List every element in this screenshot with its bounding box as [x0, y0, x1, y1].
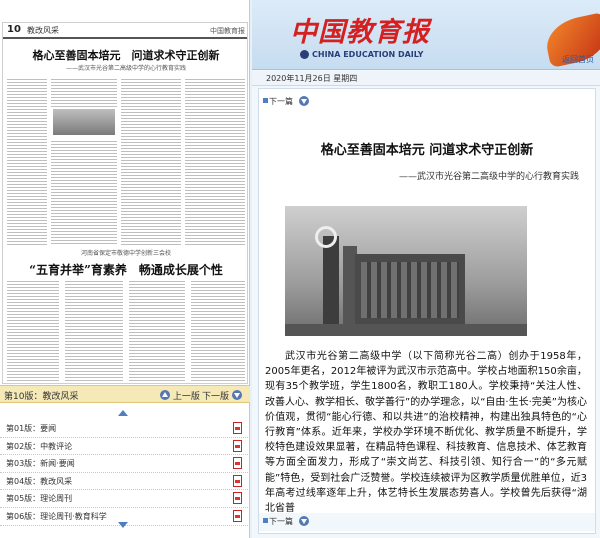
thumbnail-text-column	[51, 77, 117, 107]
thumbnail-text-column	[65, 279, 123, 383]
thumbnail-photo	[53, 109, 115, 135]
arrow-down-icon	[299, 516, 309, 526]
arrow-down-icon	[231, 390, 242, 400]
photo-sculpture	[323, 236, 339, 326]
article-body: 武汉市光谷第二高级中学（以下简称光谷二高）创办于1958年，2005年更名，20…	[265, 351, 587, 515]
article-container: 下一篇 格心至善固本培元 问道求术守正创新 ——武汉市光谷第二高级中学的心行教育…	[258, 88, 596, 534]
list-scroll-down-icon[interactable]	[118, 522, 128, 528]
article-subtitle: ——武汉市光谷第二高级中学的心行教育实践	[398, 172, 579, 182]
next-article-button-top[interactable]: 下一篇	[259, 93, 595, 111]
list-scroll-up-icon[interactable]	[118, 410, 128, 416]
article-photo	[285, 206, 527, 336]
pdf-icon[interactable]	[233, 422, 242, 434]
page-list-item-label[interactable]: 第05版：理论周刊	[6, 493, 72, 504]
page-list-item-label[interactable]: 第06版：理论周刊·教育科学	[6, 511, 107, 522]
epaper-viewer: 10 教改风采 中国教育报 格心至善固本培元 问道求术守正创新 ——武汉市光谷第…	[0, 0, 600, 538]
thumbnail-text-column	[121, 77, 181, 245]
site-banner: 中国教育报 CHINA EDUCATION DAILY 返回首页	[252, 0, 600, 70]
pdf-icon[interactable]	[233, 439, 242, 452]
arrow-up-icon	[160, 390, 170, 400]
page-list-item-label[interactable]: 第03版：新闻·要闻	[6, 458, 75, 469]
site-logo-english: CHINA EDUCATION DAILY	[312, 50, 424, 59]
next-article-button-bottom[interactable]: 下一篇	[259, 513, 595, 531]
thumbnail-page-number: 10	[7, 24, 21, 35]
page-list: 第01版：要闻 第02版：中教评论 第03版：新闻·要闻 第04版：教改风采 第…	[0, 420, 250, 526]
thumbnail-text-column	[7, 77, 47, 245]
page-list-item[interactable]: 第05版：理论周刊	[0, 490, 250, 508]
logo-mark-icon	[300, 50, 309, 59]
thumbnail-section: 教改风采	[27, 26, 59, 35]
thumbnail-headline-1[interactable]: 格心至善固本培元 问道求术守正创新	[3, 47, 247, 63]
article-pane: 中国教育报 CHINA EDUCATION DAILY 返回首页 2020年11…	[252, 0, 600, 538]
thumbnail-subhead-1: ——武汉市光谷第二高级中学的心行教育实践	[65, 65, 186, 72]
photo-heart-ornament	[315, 226, 337, 248]
page-list-item-label[interactable]: 第01版：要闻	[6, 423, 56, 434]
page-list-item-label[interactable]: 第04版：教改风采	[6, 476, 72, 487]
pdf-icon[interactable]	[233, 457, 242, 470]
pdf-icon[interactable]	[233, 474, 242, 487]
thumbnail-kicker-2: 河南省保定市敬德中学创新三会校	[80, 250, 171, 257]
thumbnail-text-column	[129, 279, 185, 383]
arrow-down-icon	[299, 96, 309, 106]
thumbnail-headline-2[interactable]: “五育并举”育素养 畅通成长展个性	[3, 261, 247, 278]
page-list-item[interactable]: 第04版：教改风采	[0, 473, 250, 491]
next-page-button[interactable]: 下一版	[202, 389, 242, 402]
photo-building	[355, 254, 465, 326]
thumbnail-text-column	[185, 77, 245, 245]
page-list-item[interactable]: 第01版：要闻	[0, 420, 250, 438]
current-page-label: 第10版：教改风采	[4, 392, 79, 402]
date-bar: 2020年11月26日 星期四	[252, 71, 600, 86]
page-selector-bar: 第10版：教改风采 上一版 下一版	[0, 385, 250, 403]
next-article-label[interactable]: 下一篇	[269, 96, 293, 107]
thumbnail-text-column	[191, 279, 245, 383]
issue-date: 2020年11月26日 星期四	[266, 74, 358, 83]
next-article-label[interactable]: 下一篇	[269, 516, 293, 527]
prev-page-label: 上一版	[172, 392, 200, 402]
prev-page-button[interactable]: 上一版	[160, 389, 200, 402]
page-list-item[interactable]: 第03版：新闻·要闻	[0, 455, 250, 473]
bullet-icon	[263, 98, 268, 103]
bullet-icon	[263, 518, 268, 523]
thumbnail-text-column	[7, 279, 59, 383]
page-list-item-label[interactable]: 第02版：中教评论	[6, 441, 72, 452]
newspaper-page-thumbnail[interactable]: 10 教改风采 中国教育报 格心至善固本培元 问道求术守正创新 ——武汉市光谷第…	[2, 22, 248, 384]
next-page-label: 下一版	[202, 392, 230, 402]
article-title: 格心至善固本培元 问道求术守正创新	[320, 143, 534, 158]
site-logo[interactable]: 中国教育报	[290, 10, 430, 49]
page-navigation-pane: 10 教改风采 中国教育报 格心至善固本培元 问道求术守正创新 ——武汉市光谷第…	[0, 0, 250, 538]
photo-ground	[285, 324, 527, 336]
pdf-icon[interactable]	[233, 492, 242, 505]
page-list-item[interactable]: 第02版：中教评论	[0, 438, 250, 456]
pdf-icon[interactable]	[233, 509, 242, 522]
thumbnail-header: 10 教改风采 中国教育报	[3, 23, 247, 39]
thumbnail-masthead: 中国教育报	[210, 27, 245, 35]
thumbnail-text-column	[51, 139, 117, 245]
home-link[interactable]: 返回首页	[562, 54, 594, 65]
